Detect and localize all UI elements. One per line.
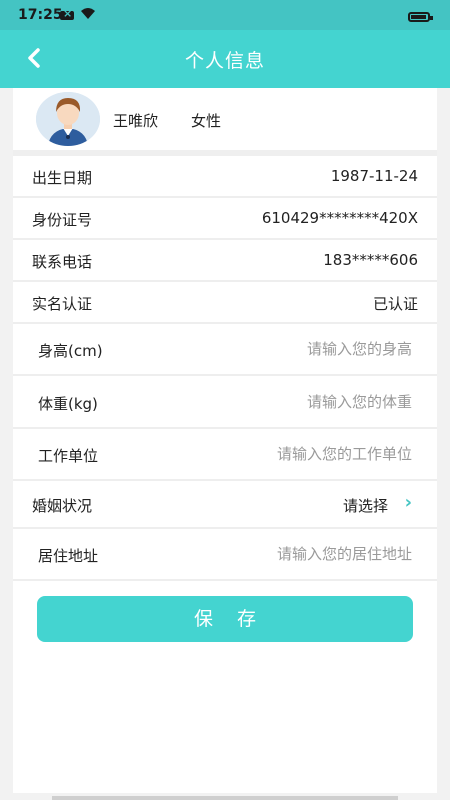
height-input[interactable] xyxy=(192,340,412,358)
row-workplace: 工作单位 xyxy=(13,429,437,481)
verification-label: 实名认证 xyxy=(32,295,93,313)
row-height: 身高(cm) xyxy=(13,324,437,376)
height-label: 身高(cm) xyxy=(38,342,103,360)
save-button[interactable]: 保存 xyxy=(37,596,413,642)
workplace-input[interactable] xyxy=(192,445,412,463)
row-id-number: 身份证号 610429********420X xyxy=(13,198,437,240)
row-weight: 体重(kg) xyxy=(13,376,437,429)
row-phone: 联系电话 183*****606 xyxy=(13,240,437,282)
page-title: 个人信息 xyxy=(184,50,265,72)
weight-input[interactable] xyxy=(192,393,412,411)
user-name: 王唯欣 xyxy=(113,112,159,130)
row-birthdate: 出生日期 1987-11-24 xyxy=(13,156,437,198)
phone-value: 183*****606 xyxy=(323,251,418,269)
header-bar: 个人信息 xyxy=(0,30,450,88)
sim-icon xyxy=(60,7,74,20)
marital-status-value: 请选择 xyxy=(342,497,388,515)
birthdate-value: 1987-11-24 xyxy=(330,167,418,185)
status-time: 17:25 xyxy=(18,7,63,23)
birthdate-label: 出生日期 xyxy=(32,169,93,187)
chevron-right-icon: › xyxy=(404,492,412,513)
id-number-value: 610429********420X xyxy=(261,209,418,227)
profile-header: 王唯欣 女性 xyxy=(13,88,437,150)
verification-value: 已认证 xyxy=(372,295,418,313)
user-avatar-icon xyxy=(36,92,100,146)
row-address: 居住地址 xyxy=(13,529,437,581)
row-verification: 实名认证 已认证 xyxy=(13,282,437,324)
system-nav-bar xyxy=(52,796,398,800)
marital-status-label: 婚姻状况 xyxy=(32,497,93,515)
user-gender: 女性 xyxy=(191,112,222,130)
id-number-label: 身份证号 xyxy=(32,211,93,229)
phone-label: 联系电话 xyxy=(32,253,93,271)
address-label: 居住地址 xyxy=(38,547,99,565)
address-input[interactable] xyxy=(192,545,412,563)
avatar[interactable] xyxy=(36,92,100,146)
workplace-label: 工作单位 xyxy=(38,447,99,465)
profile-card: 王唯欣 女性 出生日期 1987-11-24 身份证号 610429******… xyxy=(13,88,437,793)
wifi-icon xyxy=(80,5,96,24)
weight-label: 体重(kg) xyxy=(38,395,98,413)
status-bar: 17:25 xyxy=(0,0,450,30)
row-marital-status[interactable]: 婚姻状况 请选择 › xyxy=(13,481,437,529)
battery-icon xyxy=(408,12,433,22)
